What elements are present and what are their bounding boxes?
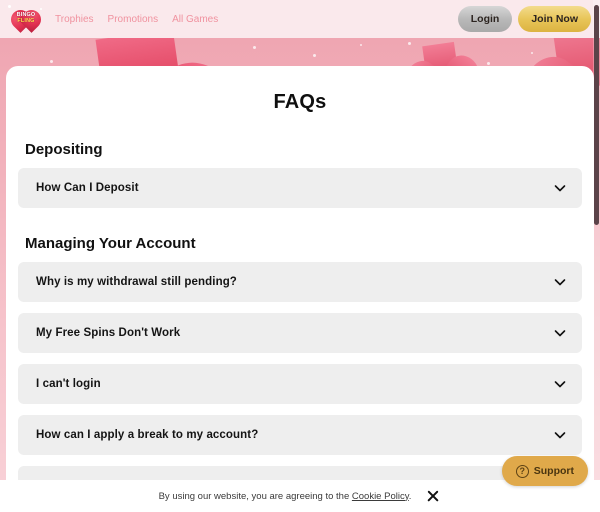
bingo-fling-logo[interactable]: BINGO FLING (4, 2, 48, 36)
faq-question: I can't login (36, 378, 101, 390)
header-actions: Login Join Now (457, 6, 591, 32)
join-now-button[interactable]: Join Now (518, 6, 591, 32)
nav-item-trophies[interactable]: Trophies (55, 14, 94, 25)
sparkle-decoration (253, 46, 256, 49)
question-circle-icon: ? (515, 464, 529, 478)
faq-row[interactable]: Why is my withdrawal still pending? (18, 262, 582, 302)
sparkle-decoration (408, 42, 411, 45)
site-header: BINGO FLING Trophies Promotions All Game… (0, 0, 600, 38)
section-heading-managing-your-account: Managing Your Account (25, 235, 196, 252)
logo-sparkle-icon (8, 5, 11, 8)
logo-wordmark: BINGO FLING (9, 12, 43, 24)
chevron-down-icon[interactable] (552, 427, 568, 443)
cookie-policy-link[interactable]: Cookie Policy (352, 491, 409, 502)
faq-row[interactable]: My Free Spins Don't Work (18, 313, 582, 353)
chevron-down-icon[interactable] (552, 274, 568, 290)
cookie-consent-banner: By using our website, you are agreeing t… (0, 480, 600, 512)
sparkle-decoration (360, 44, 362, 46)
chevron-down-icon[interactable] (552, 376, 568, 392)
faq-row[interactable]: I can't login (18, 364, 582, 404)
faq-question: My Free Spins Don't Work (36, 327, 181, 339)
sparkle-decoration (313, 54, 316, 57)
cookie-text-before: By using our website, you are agreeing t… (158, 490, 352, 502)
nav-item-promotions[interactable]: Promotions (108, 14, 159, 25)
faq-question: Why is my withdrawal still pending? (36, 276, 237, 288)
support-button[interactable]: ? Support (501, 456, 588, 486)
sparkle-decoration (50, 60, 53, 63)
logo-sparkle-icon (40, 8, 42, 10)
cookie-text-after: . (408, 490, 412, 502)
chevron-down-icon[interactable] (552, 325, 568, 341)
login-button[interactable]: Login (457, 6, 513, 32)
faq-card: FAQs Depositing How Can I Deposit Managi… (6, 66, 594, 512)
cookie-banner-text: By using our website, you are agreeing t… (159, 491, 412, 502)
scrollbar-thumb[interactable] (594, 5, 599, 225)
faq-question: How Can I Deposit (36, 182, 139, 194)
primary-nav: Trophies Promotions All Games (55, 14, 218, 25)
chevron-down-icon[interactable] (552, 180, 568, 196)
sparkle-decoration (531, 52, 533, 54)
close-icon[interactable] (425, 488, 441, 504)
browser-viewport: BINGO FLING Trophies Promotions All Game… (0, 0, 600, 512)
nav-item-all-games[interactable]: All Games (172, 14, 218, 25)
sparkle-decoration (487, 62, 490, 65)
faq-row[interactable]: How Can I Deposit (18, 168, 582, 208)
faq-question: How can I apply a break to my account? (36, 429, 259, 441)
support-button-label: Support (533, 465, 574, 477)
page-title: FAQs (273, 91, 327, 113)
logo-line-2: FLING (17, 17, 35, 24)
section-heading-depositing: Depositing (25, 141, 103, 158)
faq-row[interactable]: How can I apply a break to my account? (18, 415, 582, 455)
